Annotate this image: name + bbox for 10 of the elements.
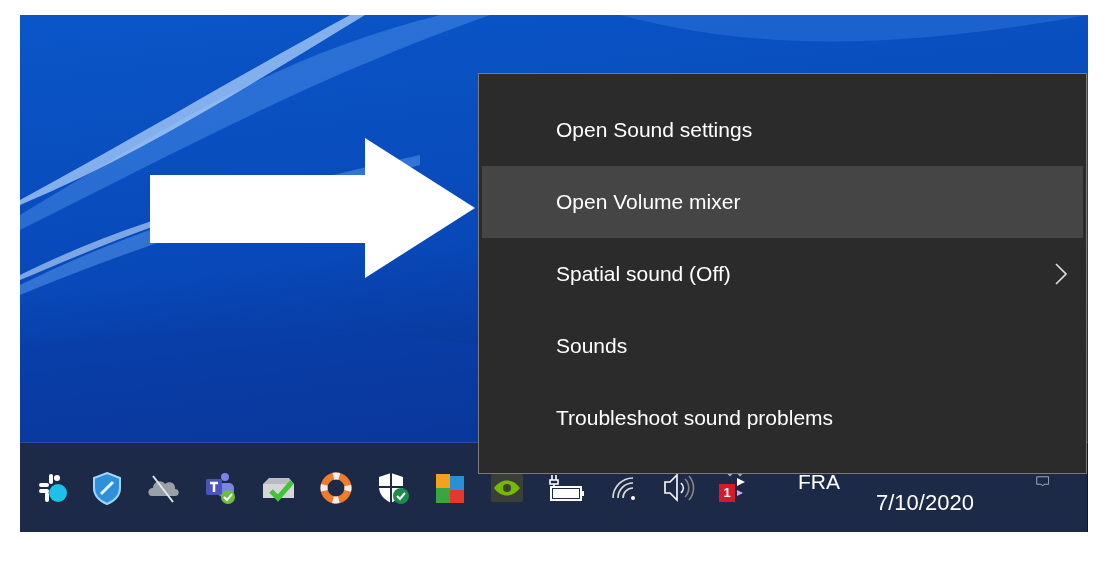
shield-icon[interactable] <box>90 469 124 506</box>
menu-item[interactable]: Spatial sound (Off) <box>482 238 1083 310</box>
notification-badge: 1 <box>719 483 735 502</box>
menu-item[interactable]: Troubleshoot sound problems <box>482 382 1083 454</box>
menu-item[interactable]: Open Volume mixer <box>482 166 1083 238</box>
language-indicator[interactable]: FRA <box>798 469 840 494</box>
menu-item[interactable]: Open Sound settings <box>482 94 1083 166</box>
taskbar-date[interactable]: 7/10/2020 <box>876 489 974 516</box>
chevron-right-icon <box>1055 263 1067 285</box>
menu-item[interactable]: Sounds <box>482 310 1083 382</box>
